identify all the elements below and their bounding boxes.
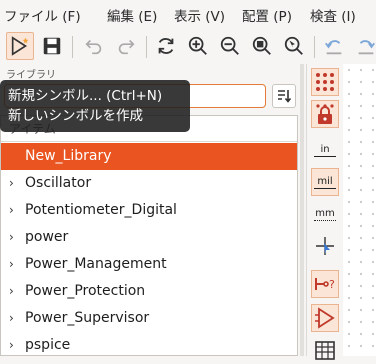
- tree-item-label: Power_Management: [25, 256, 167, 272]
- rotate-cw-button[interactable]: [352, 32, 376, 60]
- chevron-right-icon[interactable]: ›: [9, 197, 14, 224]
- tree-item-label: pspice: [25, 337, 71, 353]
- units-inch-button[interactable]: in: [311, 136, 339, 164]
- tooltip-description: 新しいシンボルを作成: [8, 108, 143, 124]
- tree-item-label: power: [25, 229, 69, 245]
- chevron-right-icon[interactable]: ›: [9, 332, 14, 355]
- chevron-right-icon[interactable]: ›: [9, 251, 14, 278]
- menu-bar: ファイル (F) 編集 (E) 表示 (V) 配置 (P) 検査 (I): [0, 0, 376, 28]
- main-toolbar: [0, 28, 376, 65]
- unit-mm-label: mm: [315, 207, 335, 219]
- menu-edit[interactable]: 編集 (E): [107, 5, 157, 25]
- show-pin-numbers-button[interactable]: [311, 304, 339, 332]
- tree-item-new-library[interactable]: New_Library: [1, 143, 297, 170]
- grid-lock-button[interactable]: [311, 100, 339, 128]
- chevron-right-icon[interactable]: ›: [9, 170, 14, 197]
- save-button[interactable]: [38, 32, 66, 60]
- toolbar-separator: [72, 36, 73, 58]
- redo-button[interactable]: [112, 32, 140, 60]
- grid-icon: [316, 73, 334, 91]
- new-symbol-icon: [11, 36, 29, 56]
- grid-toggle-button[interactable]: [311, 68, 339, 96]
- tree-item[interactable]: › power: [1, 224, 297, 251]
- symbol-canvas[interactable]: [343, 64, 376, 356]
- zoom-out-button[interactable]: [216, 32, 244, 60]
- tree-item-label: New_Library: [25, 148, 112, 164]
- left-options-toolbar: in mil mm ?: [306, 64, 343, 360]
- cursor-style-button[interactable]: [311, 232, 339, 260]
- zoom-selection-icon: [284, 36, 303, 55]
- unit-in-label: in: [320, 143, 330, 155]
- pin-type-icon: ?: [315, 278, 335, 291]
- zoom-in-button[interactable]: [184, 32, 212, 60]
- refresh-icon: [158, 38, 174, 54]
- menu-file[interactable]: ファイル (F): [4, 5, 81, 25]
- mm-icon: mm: [314, 208, 336, 221]
- tree-item[interactable]: › Potentiometer_Digital: [1, 197, 297, 224]
- chevron-right-icon[interactable]: ›: [9, 224, 14, 251]
- zoom-fit-button[interactable]: [248, 32, 276, 60]
- zoom-fit-icon: [252, 36, 271, 55]
- sort-button[interactable]: [272, 84, 296, 108]
- tree-item-label: Power_Protection: [25, 283, 146, 299]
- new-symbol-button[interactable]: [6, 32, 34, 60]
- crosshair-icon: [316, 237, 334, 255]
- tree-item[interactable]: › Power_Management: [1, 251, 297, 278]
- undo-icon: [85, 39, 102, 55]
- tree-item-label: Oscillator: [25, 175, 92, 191]
- buffer-icon: [315, 307, 335, 329]
- show-pin-electrical-type-button[interactable]: ?: [311, 270, 339, 298]
- toolbar-separator: [146, 36, 147, 58]
- menu-place[interactable]: 配置 (P): [242, 5, 292, 25]
- units-mm-button[interactable]: mm: [311, 200, 339, 228]
- rotate-ccw-icon: [325, 40, 342, 55]
- mil-icon: mil: [314, 176, 336, 189]
- toolbar-separator: [314, 36, 315, 58]
- save-icon: [43, 37, 61, 55]
- tooltip-title: 新規シンボル... (Ctrl+N): [8, 88, 163, 104]
- pin-type-label: ?: [329, 278, 335, 291]
- tooltip: 新規シンボル... (Ctrl+N) 新しいシンボルを作成: [0, 80, 190, 132]
- menu-view[interactable]: 表示 (V): [174, 5, 225, 25]
- sort-icon: [278, 90, 292, 103]
- panel-title: ライブラリ: [6, 70, 56, 81]
- chevron-right-icon[interactable]: ›: [9, 305, 14, 332]
- tree-item[interactable]: › pspice: [1, 332, 297, 355]
- zoom-out-icon: [220, 36, 239, 55]
- table-icon: [315, 341, 335, 360]
- library-tree: アイテム New_Library › Oscillator › Potentio…: [0, 115, 298, 356]
- menu-inspect[interactable]: 検査 (I): [310, 5, 356, 25]
- refresh-button[interactable]: [152, 32, 180, 60]
- zoom-selection-button[interactable]: [280, 32, 308, 60]
- undo-button[interactable]: [80, 32, 108, 60]
- tree-item[interactable]: › Oscillator: [1, 170, 297, 197]
- redo-icon: [118, 39, 135, 55]
- units-mil-button[interactable]: mil: [311, 168, 339, 196]
- table-button[interactable]: [311, 336, 339, 364]
- chevron-right-icon[interactable]: ›: [9, 278, 14, 305]
- tree-item[interactable]: › Power_Supervisor: [1, 305, 297, 332]
- unit-mil-label: mil: [317, 175, 333, 187]
- panel-scrollbar[interactable]: [300, 64, 304, 356]
- tree-item-label: Power_Supervisor: [25, 310, 150, 326]
- lock-icon: [316, 104, 334, 124]
- zoom-in-icon: [188, 36, 207, 55]
- rotate-ccw-button[interactable]: [320, 32, 348, 60]
- tree-item-label: Potentiometer_Digital: [25, 202, 177, 218]
- inch-icon: in: [314, 144, 336, 157]
- tree-item[interactable]: › Power_Protection: [1, 278, 297, 305]
- rotate-cw-icon: [358, 40, 375, 55]
